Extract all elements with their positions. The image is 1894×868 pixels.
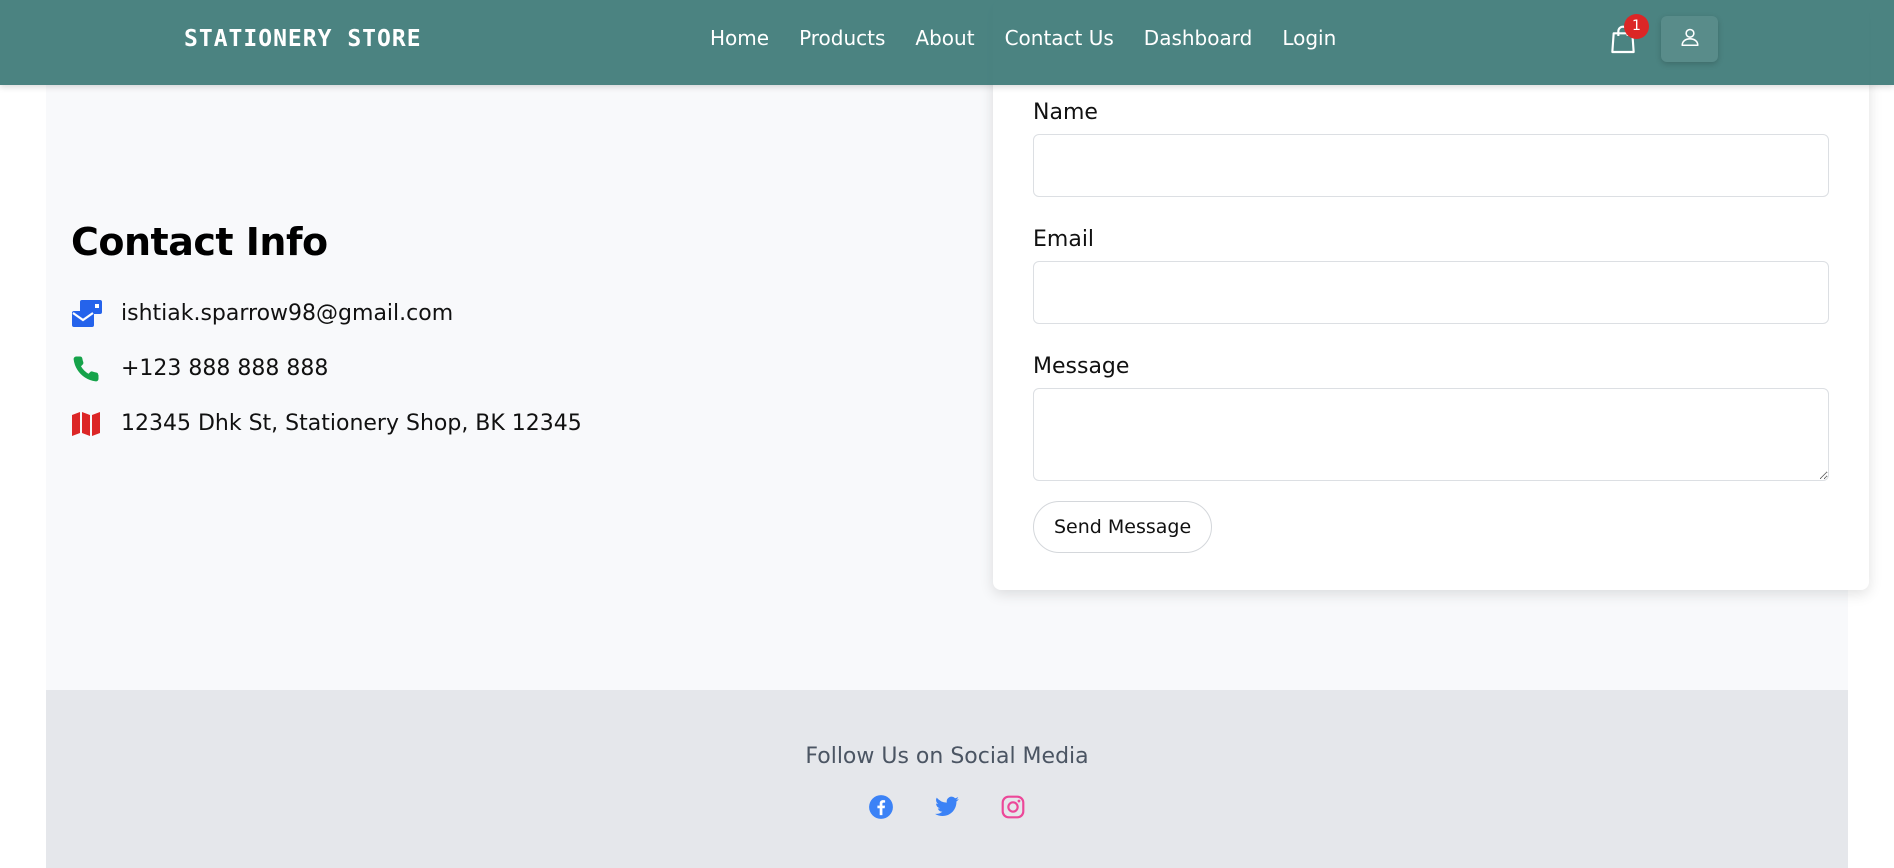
contact-section: Contact Info ishtiak.sparrow98@gmail.com… (46, 0, 1869, 690)
nav-contact-us[interactable]: Contact Us (1005, 26, 1114, 50)
message-textarea[interactable] (1033, 388, 1829, 481)
nav-login[interactable]: Login (1282, 26, 1336, 50)
mail-icon (71, 299, 121, 329)
email-label: Email (1033, 227, 1095, 252)
contact-address: 12345 Dhk St, Stationery Shop, BK 12345 (121, 411, 582, 436)
footer: Follow Us on Social Media (46, 690, 1848, 868)
send-message-button[interactable]: Send Message (1033, 501, 1213, 553)
contact-form: Name Email Message Send Message (1033, 100, 1829, 553)
contact-phone: +123 888 888 888 (121, 356, 329, 381)
phone-icon (71, 354, 121, 384)
contact-email: ishtiak.sparrow98@gmail.com (121, 301, 454, 326)
nav-about[interactable]: About (915, 26, 974, 50)
name-label: Name (1033, 100, 1098, 125)
address-row: 12345 Dhk St, Stationery Shop, BK 12345 (71, 396, 582, 451)
contact-info-heading: Contact Info (71, 220, 328, 264)
instagram-icon[interactable] (1000, 794, 1026, 820)
name-input[interactable] (1033, 134, 1829, 197)
twitter-icon[interactable] (934, 794, 960, 820)
phone-row: +123 888 888 888 (71, 341, 582, 396)
map-icon (71, 411, 121, 437)
message-label: Message (1033, 354, 1130, 379)
nav-products[interactable]: Products (799, 26, 885, 50)
email-input[interactable] (1033, 261, 1829, 324)
footer-title: Follow Us on Social Media (805, 744, 1089, 769)
contact-info: Contact Info ishtiak.sparrow98@gmail.com… (71, 220, 582, 451)
social-links (46, 794, 1848, 820)
brand-logo[interactable]: STATIONERY STORE (184, 26, 422, 52)
nav-links: Home Products About Contact Us Dashboard… (710, 26, 1336, 50)
nav-home[interactable]: Home (710, 26, 769, 50)
email-row: ishtiak.sparrow98@gmail.com (71, 286, 582, 341)
user-menu-button[interactable] (1661, 16, 1718, 62)
nav-dashboard[interactable]: Dashboard (1144, 26, 1253, 50)
facebook-icon[interactable] (868, 794, 894, 820)
cart-count-badge: 1 (1624, 14, 1649, 39)
contact-form-card: Name Email Message Send Message (993, 0, 1869, 590)
navbar: STATIONERY STORE Home Products About Con… (0, 0, 1894, 85)
user-icon (1679, 26, 1701, 52)
